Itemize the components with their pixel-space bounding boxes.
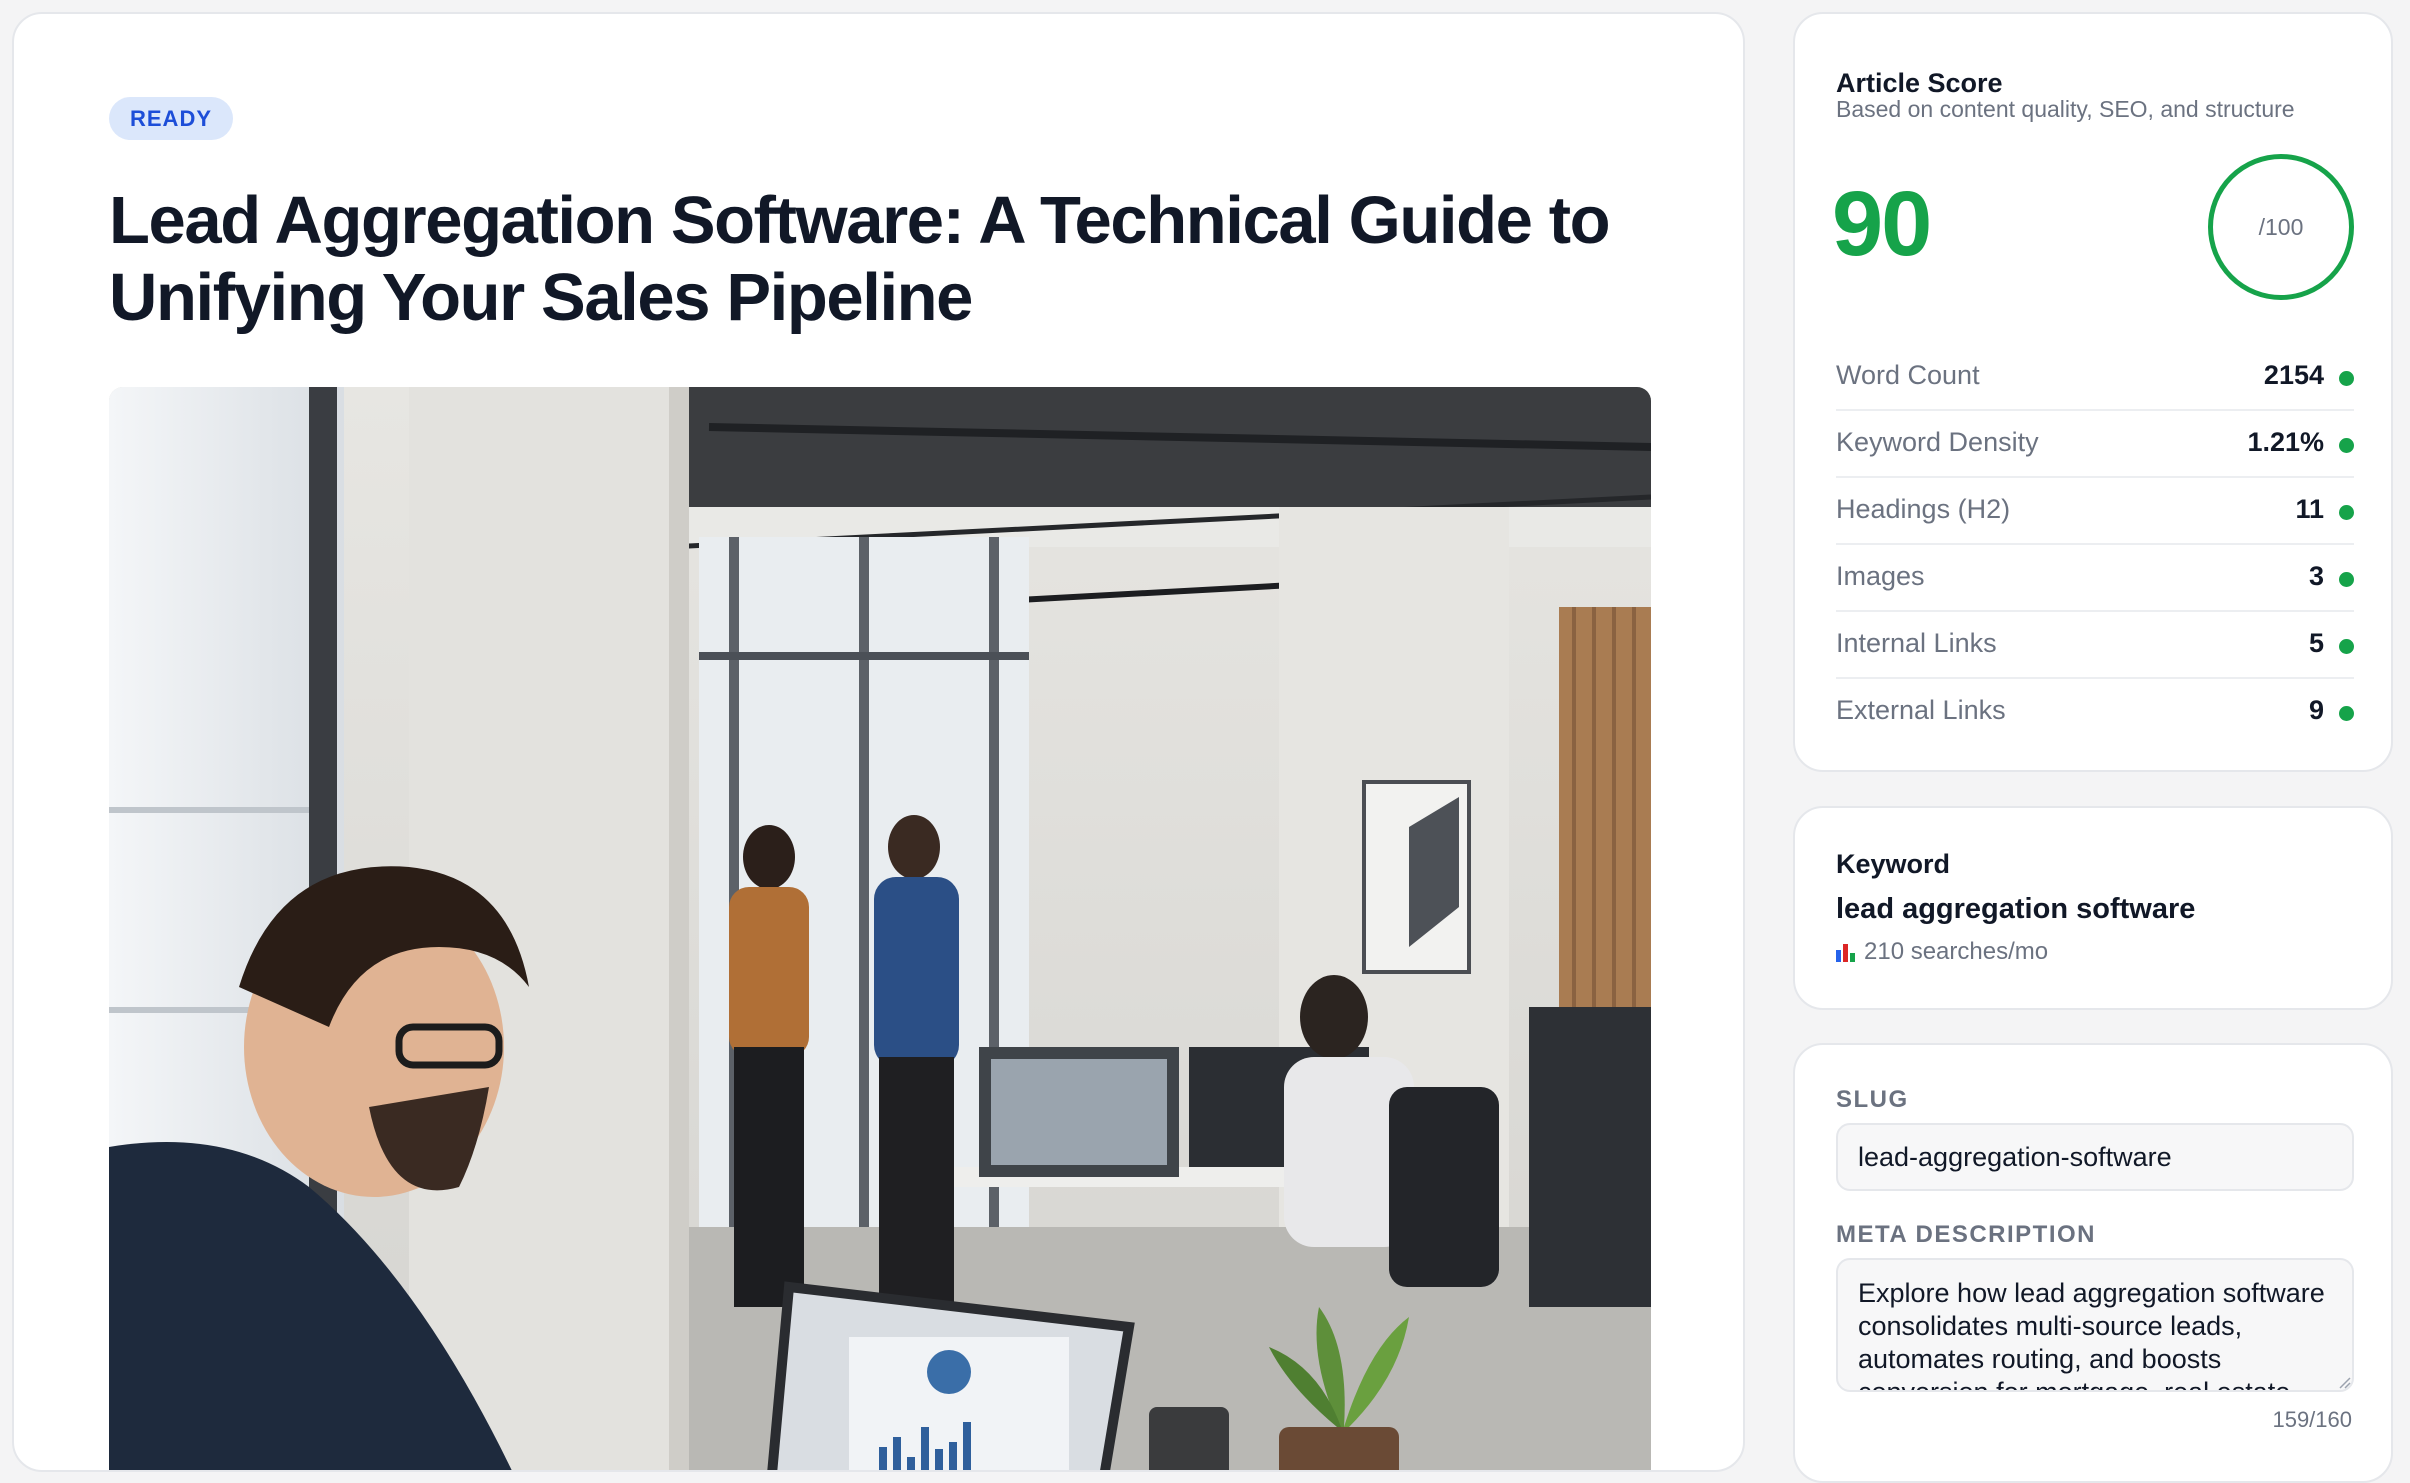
- metric-row-images: Images 3: [1836, 545, 2354, 612]
- metric-label: Headings (H2): [1836, 494, 2011, 524]
- metric-label: Keyword Density: [1836, 427, 2039, 457]
- metric-label: External Links: [1836, 695, 2006, 725]
- metric-row-internal-links: Internal Links 5: [1836, 612, 2354, 679]
- score-max-label: /100: [2258, 214, 2304, 240]
- metric-value: 3: [2308, 561, 2324, 591]
- metric-row-headings: Headings (H2) 11: [1836, 478, 2354, 545]
- metric-value: 1.21%: [2247, 427, 2324, 457]
- score-card-title: Article Score: [1836, 68, 2003, 98]
- resize-handle-icon[interactable]: [2339, 1377, 2351, 1389]
- metric-value: 2154: [2263, 360, 2324, 390]
- status-dot-icon: [2339, 371, 2354, 386]
- status-dot-icon: [2339, 706, 2354, 721]
- keyword-card: Keyword lead aggregation software 210 se…: [1793, 806, 2393, 1010]
- hero-image: [109, 387, 1651, 1470]
- status-dot-icon: [2339, 639, 2354, 654]
- metric-label: Word Count: [1836, 360, 1980, 390]
- metric-value: 5: [2308, 628, 2324, 658]
- slug-label: SLUG: [1836, 1086, 1909, 1113]
- score-value: 90: [1832, 173, 1932, 275]
- search-volume-text: 210 searches/mo: [1864, 938, 2049, 965]
- metric-value: 11: [2295, 494, 2324, 524]
- meta-description-label: META DESCRIPTION: [1836, 1221, 2097, 1248]
- status-dot-icon: [2339, 572, 2354, 587]
- char-count: 159/160: [2272, 1407, 2352, 1432]
- bar-chart-icon: [1836, 942, 1858, 962]
- status-badge: READY: [109, 97, 234, 140]
- metric-row-external-links: External Links 9: [1836, 679, 2354, 746]
- metric-row-word-count: Word Count 2154: [1836, 344, 2354, 411]
- metrics-list: Word Count 2154 Keyword Density 1.21% He…: [1836, 344, 2354, 746]
- status-dot-icon: [2339, 505, 2354, 520]
- status-dot-icon: [2339, 438, 2354, 453]
- article-title: Lead Aggregation Software: A Technical G…: [109, 183, 1611, 335]
- slug-input[interactable]: [1836, 1123, 2354, 1191]
- score-card-subtitle: Based on content quality, SEO, and struc…: [1836, 96, 2295, 122]
- article-preview-card: READY Lead Aggregation Software: A Techn…: [12, 12, 1745, 1472]
- metric-row-keyword-density: Keyword Density 1.21%: [1836, 411, 2354, 478]
- meta-description-field[interactable]: Explore how lead aggregation software co…: [1836, 1258, 2354, 1392]
- keyword-label: Keyword: [1836, 849, 1951, 879]
- keyword-value: lead aggregation software: [1836, 893, 2196, 925]
- seo-fields-card: SLUG META DESCRIPTION Explore how lead a…: [1793, 1043, 2393, 1483]
- metric-label: Images: [1836, 561, 1925, 591]
- score-ring: /100: [2208, 154, 2354, 300]
- search-volume: 210 searches/mo: [1836, 938, 2048, 966]
- article-score-card: Article Score Based on content quality, …: [1793, 12, 2393, 772]
- metric-label: Internal Links: [1836, 628, 1997, 658]
- metric-value: 9: [2308, 695, 2324, 725]
